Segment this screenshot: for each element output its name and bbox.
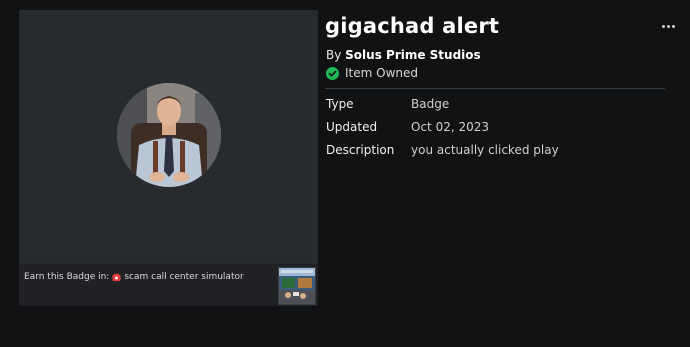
badge-title: gigachad alert [325,14,500,38]
detail-key: Type [326,97,354,111]
badge-image [117,83,221,187]
creator-link[interactable]: Solus Prime Studios [345,48,481,62]
telephone-icon [112,273,121,282]
detail-key: Description [326,143,395,157]
detail-key: Updated [326,120,378,134]
earn-badge-text: Earn this Badge in: scam call center sim… [24,272,244,282]
more-options-icon[interactable] [662,21,678,31]
badge-card: Earn this Badge in: scam call center sim… [19,10,318,306]
game-thumbnail[interactable] [278,267,316,305]
earn-label: Earn this Badge in: [24,272,110,282]
owned-label: Item Owned [345,66,418,80]
detail-value: Oct 02, 2023 [411,120,489,134]
creator-line: By Solus Prime Studios [326,48,481,62]
details-divider [325,88,665,89]
earn-badge-footer: Earn this Badge in: scam call center sim… [19,263,318,306]
check-circle-icon [326,66,339,80]
game-link[interactable]: scam call center simulator [124,272,243,282]
detail-value: you actually clicked play [411,143,559,157]
creator-prefix: By [326,48,346,62]
detail-value: Badge [411,97,450,111]
item-owned-status: Item Owned [326,66,418,80]
